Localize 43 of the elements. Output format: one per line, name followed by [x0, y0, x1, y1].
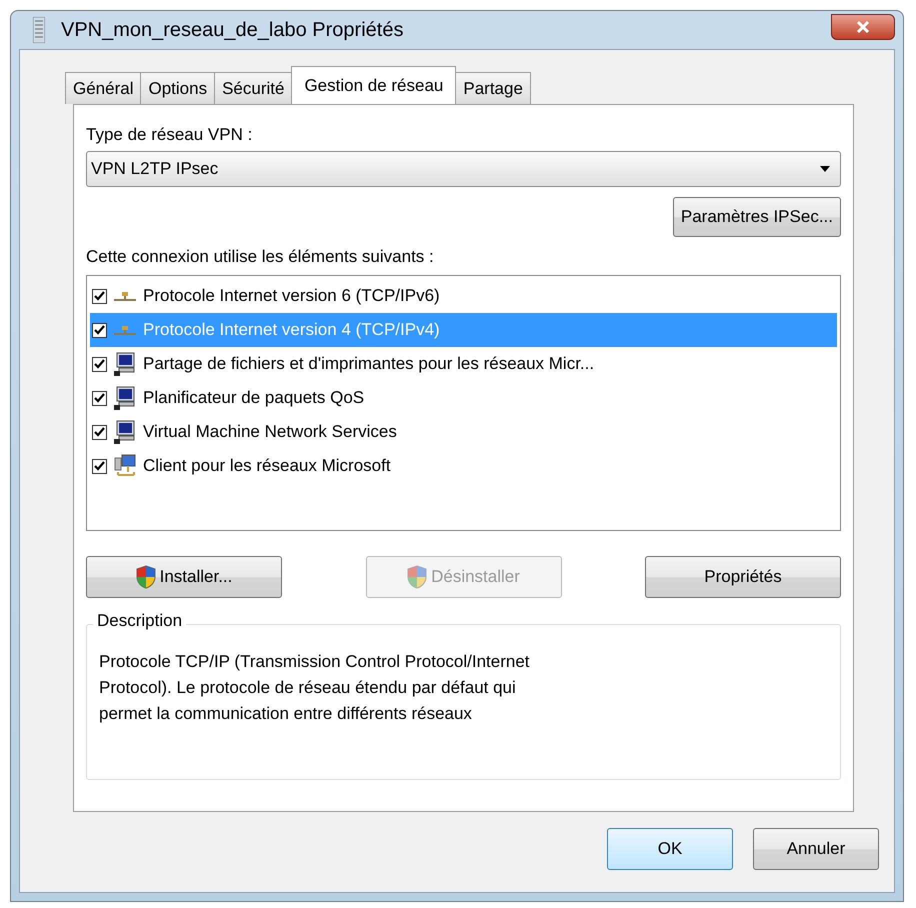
- document-icon: [33, 17, 45, 43]
- checkbox[interactable]: [92, 390, 107, 406]
- tab[interactable]: Sécurité: [214, 72, 292, 104]
- checkbox[interactable]: [92, 458, 107, 474]
- dialog-button[interactable]: OK: [607, 828, 733, 870]
- item-label: Planificateur de paquets QoS: [143, 388, 364, 408]
- network-client-icon: [114, 454, 136, 478]
- computer-icon: [114, 352, 136, 376]
- tab[interactable]: Partage: [455, 72, 531, 104]
- action-button[interactable]: Propriétés: [645, 556, 841, 598]
- dialog-button[interactable]: Annuler: [753, 828, 879, 870]
- list-item[interactable]: Protocole Internet version 6 (TCP/IPv6): [90, 279, 837, 313]
- item-label: Protocole Internet version 4 (TCP/IPv4): [143, 320, 440, 340]
- window-title: VPN_mon_reseau_de_labo Propriétés: [61, 18, 404, 42]
- list-label: Cette connexion utilise les éléments suivants :: [86, 247, 435, 267]
- ipsec-settings-button[interactable]: Paramètres IPSec...: [672, 197, 841, 237]
- caret-icon: [820, 166, 830, 172]
- tab[interactable]: Gestion de réseau: [291, 66, 456, 104]
- close-icon: [855, 20, 871, 34]
- field-label: Type de réseau VPN :: [86, 125, 254, 145]
- vpn-type-dropdown[interactable]: VPN L2TP IPsec: [86, 151, 841, 187]
- list-item[interactable]: Virtual Machine Network Services: [90, 415, 837, 449]
- item-label: Protocole Internet version 6 (TCP/IPv6): [143, 286, 440, 306]
- item-label: Partage de fichiers et d'imprimantes pour les réseaux Micr...: [143, 354, 594, 374]
- action-button[interactable]: Installer...: [86, 556, 282, 598]
- checkbox[interactable]: [92, 356, 107, 372]
- checkbox[interactable]: [92, 322, 107, 338]
- list-item[interactable]: Planificateur de paquets QoS: [90, 381, 837, 415]
- list-item[interactable]: Partage de fichiers et d'imprimantes pour les réseaux Micr...: [90, 347, 837, 381]
- computer-icon: [114, 386, 136, 410]
- item-label: Virtual Machine Network Services: [143, 422, 397, 442]
- tab[interactable]: Général: [65, 72, 142, 104]
- computer-icon: [114, 420, 136, 444]
- checkbox[interactable]: [92, 288, 107, 304]
- item-label: Client pour les réseaux Microsoft: [143, 456, 391, 476]
- tab[interactable]: Options: [140, 72, 216, 104]
- description-text: Protocole TCP/IP (Transmission Control Protocol/Internet Protocol). Le protocole de réseau étendu par défaut qui permet la communication entre différents réseaux: [99, 651, 531, 725]
- list-item[interactable]: Client pour les réseaux Microsoft: [90, 449, 837, 483]
- network-protocol-icon: [114, 291, 136, 301]
- close-button[interactable]: [831, 14, 895, 40]
- group-title: Description: [93, 611, 186, 631]
- checkbox[interactable]: [92, 424, 107, 440]
- network-protocol-icon: [114, 325, 136, 335]
